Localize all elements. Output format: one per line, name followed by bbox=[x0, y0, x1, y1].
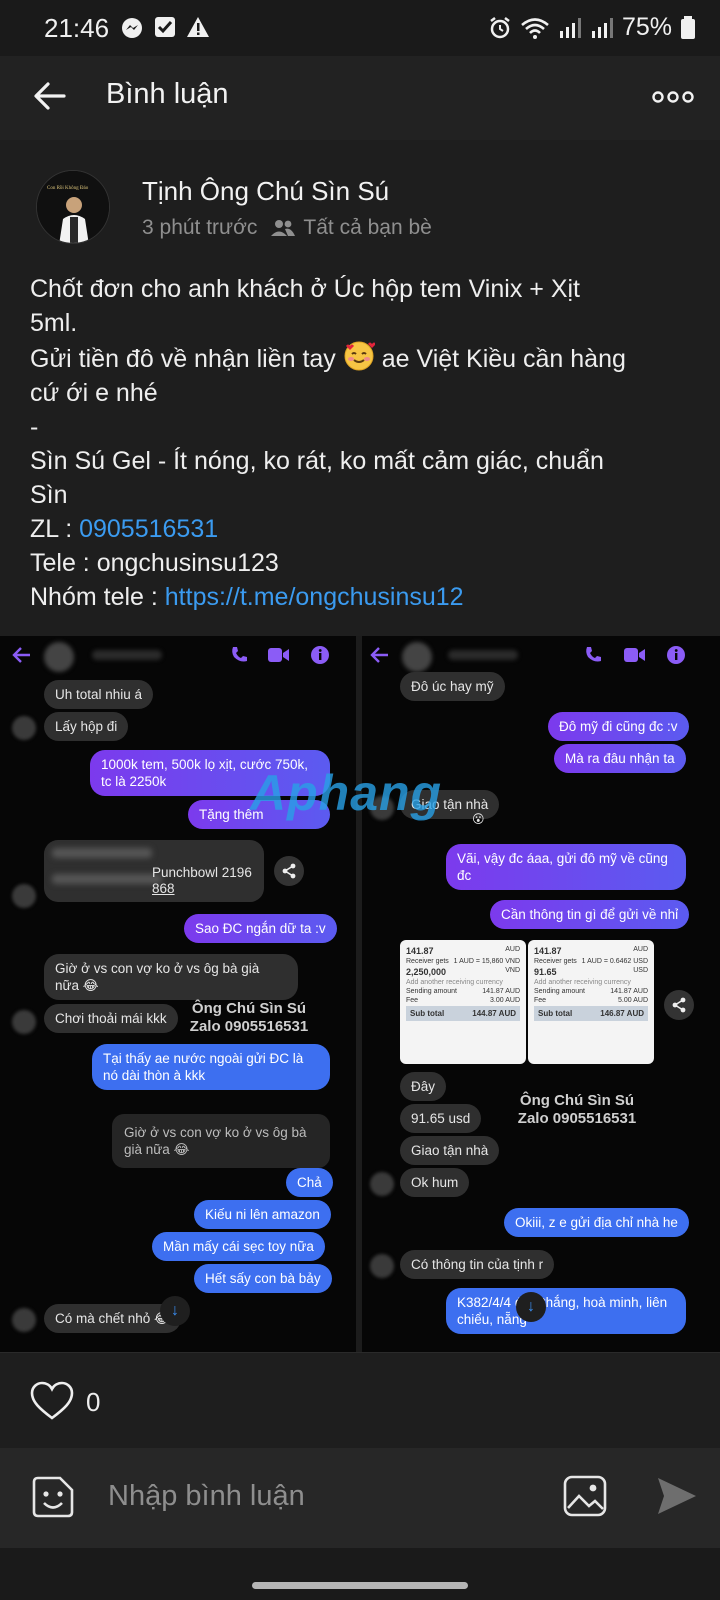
chat-screenshot-left: Uh total nhiu á Lấy hộp đi 1000k tem, 50… bbox=[0, 636, 356, 1352]
post-meta: 3 phút trước Tất cả bạn bè bbox=[142, 216, 432, 240]
avatar[interactable]: Con Rồi Không Đáo bbox=[36, 170, 110, 244]
chat-bubble: Hết sấy con bà bảy bbox=[194, 1264, 332, 1293]
phone-link[interactable]: 0905516531 bbox=[79, 515, 218, 543]
top-bar: Bình luận bbox=[0, 56, 720, 140]
battery-icon bbox=[681, 15, 695, 39]
phone-icon bbox=[232, 647, 247, 662]
chat-screenshot-right: Đô úc hay mỹ Đô mỹ đi cũng đc :v Mà ra đ… bbox=[362, 636, 720, 1352]
transfer-receipt-card: 141.87 AUD Receiver gets 1 AUD = 15,860 VN… bbox=[400, 940, 526, 1064]
post-line: 5ml. bbox=[30, 309, 78, 337]
chat-bubble: Đô úc hay mỹ bbox=[400, 672, 505, 701]
heart-icon[interactable] bbox=[30, 1381, 74, 1421]
chat-bubble: Ok hum bbox=[400, 1168, 470, 1197]
chat-bubble-address: Punchbowl 2196 868 bbox=[44, 840, 264, 902]
post-time: 3 phút trước bbox=[142, 216, 258, 239]
info-icon bbox=[667, 646, 685, 664]
chat-bubble: Chả bbox=[286, 1168, 333, 1197]
chat-bubble: Có thông tin của tịnh r bbox=[400, 1250, 555, 1279]
alarm-icon bbox=[490, 16, 510, 38]
info-icon bbox=[311, 646, 329, 664]
chat-bubble: Vãi, vậy đc áaa, gửi đô mỹ về cũng đc bbox=[446, 844, 686, 890]
chat-bubble: Cần thông tin gì để gửi về nhỉ bbox=[490, 900, 690, 929]
system-nav-bar bbox=[0, 1548, 720, 1600]
post: Con Rồi Không Đáo Tịnh Ông Chú Sìn Sú 3 … bbox=[0, 140, 720, 1352]
wifi-icon bbox=[521, 17, 549, 39]
chat-bubble: Okiii, z e gửi địa chỉ nhà he bbox=[504, 1208, 689, 1237]
more-icon[interactable] bbox=[652, 82, 694, 112]
post-line: ae Việt Kiều cần hàng bbox=[381, 345, 626, 373]
video-icon bbox=[624, 648, 645, 662]
post-line: Nhóm tele : bbox=[30, 583, 165, 611]
post-line: Gửi tiền đô về nhận liền tay bbox=[30, 345, 336, 373]
transfer-receipt-card: 141.87 AUD Receiver gets 1 AUD = 0.6462 US… bbox=[528, 940, 654, 1064]
warning-icon bbox=[187, 17, 209, 37]
post-text: Chốt đơn cho anh khách ở Úc hộp tem Vini… bbox=[30, 272, 690, 614]
page-title: Bình luận bbox=[106, 78, 229, 110]
phone-icon bbox=[586, 647, 601, 662]
chat-bubble: Mà ra đâu nhận ta bbox=[554, 744, 686, 773]
share-icon bbox=[274, 856, 304, 886]
post-line: Chốt đơn cho anh khách ở Úc hộp tem Vini… bbox=[30, 275, 580, 303]
post-line: Tele : ongchusinsu123 bbox=[30, 549, 279, 577]
brand-watermark: Aphang bbox=[250, 765, 443, 821]
friends-icon bbox=[271, 220, 296, 236]
comment-composer bbox=[0, 1448, 720, 1548]
chat-bubble: Tại thấy ae nước ngoài gửi ĐC là nó dài … bbox=[92, 1044, 330, 1090]
signal-icon bbox=[559, 17, 581, 38]
post-image[interactable]: Uh total nhiu á Lấy hộp đi 1000k tem, 50… bbox=[0, 636, 720, 1352]
chat-bubble: Mần mấy cái sẹc toy nữa bbox=[152, 1232, 325, 1261]
status-bar: 21:46 75% bbox=[0, 0, 720, 56]
home-indicator[interactable] bbox=[252, 1582, 468, 1589]
post-line: Sìn bbox=[30, 481, 68, 509]
chat-bubble: Giờ ở vs con vợ ko ở vs ôg bà già nữa 😂 bbox=[44, 954, 298, 1000]
post-line: - bbox=[30, 413, 39, 441]
watermark: Ông Chú Sìn Sú Zalo 0905516531 bbox=[189, 1000, 309, 1035]
send-icon[interactable] bbox=[654, 1474, 698, 1518]
scroll-down-icon: ↓ bbox=[160, 1296, 190, 1326]
back-arrow-icon bbox=[12, 647, 30, 663]
post-line: cứ ới e nhé bbox=[30, 379, 158, 407]
chat-bubble: Kiếu ni lên amazon bbox=[194, 1200, 331, 1229]
chat-bubble: Lấy hộp đi bbox=[44, 712, 129, 741]
check-icon bbox=[155, 17, 175, 37]
chat-bubble: K382/4/4 đức thắng, hoà minh, liên chiểu… bbox=[446, 1288, 686, 1334]
comment-input[interactable] bbox=[96, 1468, 526, 1524]
reaction-bar: 0 bbox=[0, 1352, 720, 1448]
status-time: 21:46 bbox=[44, 13, 110, 43]
scroll-down-icon: ↓ bbox=[516, 1292, 546, 1322]
reply-quote: Giờ ở vs con vợ ko ở vs ôg bà già nữa 😂 bbox=[112, 1114, 330, 1168]
image-icon[interactable] bbox=[562, 1474, 608, 1518]
chat-bubble: Giao tận nhà bbox=[400, 1136, 500, 1165]
back-arrow-icon[interactable] bbox=[30, 76, 70, 116]
battery-percent: 75% bbox=[621, 13, 672, 41]
author-name[interactable]: Tịnh Ông Chú Sìn Sú bbox=[142, 176, 389, 207]
watermark: Ông Chú Sìn Sú Zalo 0905516531 bbox=[517, 1092, 637, 1127]
signal-icon bbox=[591, 17, 613, 38]
chat-bubble: Uh total nhiu á bbox=[44, 680, 154, 709]
chat-bubble: Đô mỹ đi cũng đc :v bbox=[548, 712, 689, 741]
chat-bubble: Đây bbox=[400, 1072, 447, 1101]
sticker-icon[interactable] bbox=[30, 1474, 76, 1520]
address-text: Punchbowl 2196 bbox=[152, 865, 252, 880]
svg-text:Con Rồi Không Đáo: Con Rồi Không Đáo bbox=[47, 186, 89, 191]
video-icon bbox=[268, 648, 289, 662]
like-count: 0 bbox=[86, 1387, 101, 1417]
share-icon bbox=[664, 990, 694, 1020]
telegram-link[interactable]: https://t.me/ongchusinsu12 bbox=[165, 583, 464, 611]
chat-bubble: Sao ĐC ngắn dữ ta :v bbox=[184, 914, 337, 943]
post-line: ZL : bbox=[30, 515, 80, 543]
smiling-face-with-hearts-icon bbox=[344, 341, 375, 371]
reaction-icon: 😮 bbox=[472, 812, 485, 826]
address-phone: 868 bbox=[152, 881, 175, 896]
post-line: Sìn Sú Gel - Ít nóng, ko rát, ko mất cảm… bbox=[30, 447, 604, 475]
chat-bubble: 91.65 usd bbox=[400, 1104, 482, 1133]
back-arrow-icon bbox=[370, 647, 388, 663]
messenger-icon bbox=[122, 18, 142, 38]
chat-bubble: Chơi thoải mái kkk bbox=[44, 1004, 178, 1033]
post-audience: Tất cả bạn bè bbox=[303, 216, 432, 239]
